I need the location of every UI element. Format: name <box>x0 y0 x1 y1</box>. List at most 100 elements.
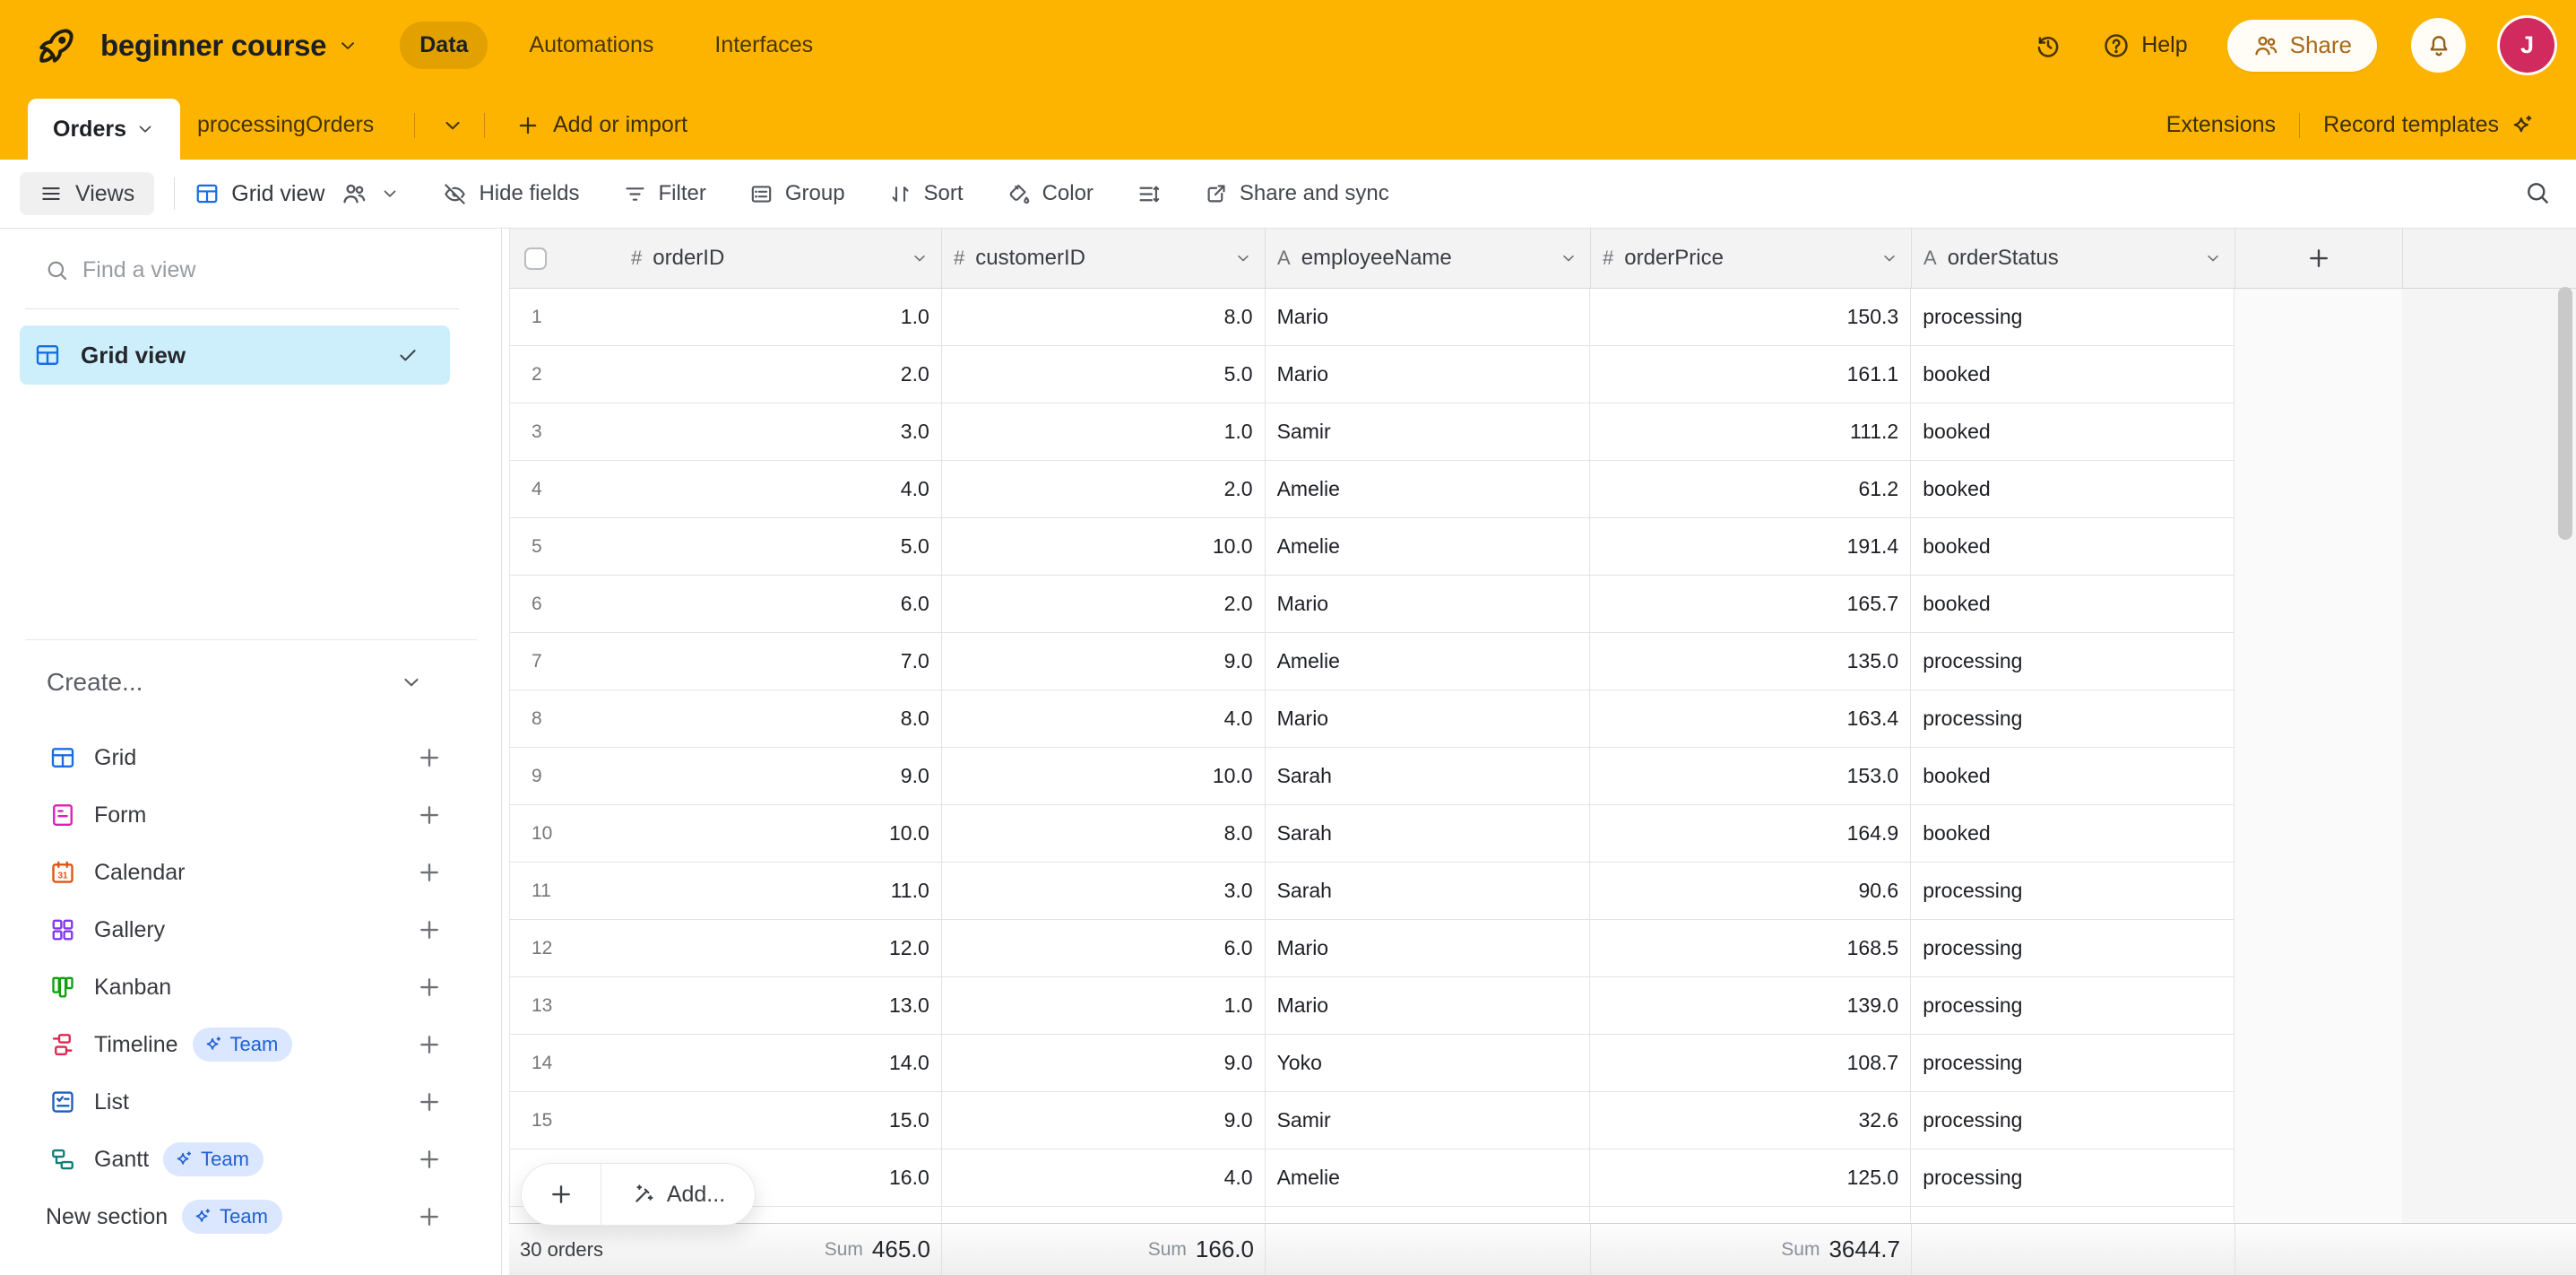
search-icon[interactable] <box>2524 179 2551 206</box>
table-row[interactable]: 22.05.0Mario161.1booked <box>510 346 2235 403</box>
row-number[interactable]: 6 <box>510 576 619 632</box>
cell-customerID[interactable]: 1.0 <box>942 403 1266 460</box>
cell-orderPrice[interactable]: 61.2 <box>1590 461 1911 517</box>
cell-orderStatus[interactable]: booked <box>1911 518 2235 575</box>
tab-automations[interactable]: Automations <box>509 22 673 69</box>
cell-orderPrice[interactable]: 108.7 <box>1590 1035 1911 1091</box>
cell-customerID[interactable]: 6.0 <box>942 920 1266 976</box>
add-view-plus-icon[interactable] <box>416 974 443 1001</box>
row-number[interactable]: 1 <box>510 289 619 345</box>
current-view-button[interactable]: Grid view <box>194 180 400 207</box>
table-tab-orders[interactable]: Orders <box>28 99 180 160</box>
row-number[interactable]: 11 <box>510 863 619 919</box>
cell-orderStatus[interactable]: processing <box>1911 1149 2235 1206</box>
row-number[interactable]: 12 <box>510 920 619 976</box>
row-number[interactable]: 7 <box>510 633 619 690</box>
add-view-plus-icon[interactable] <box>416 1089 443 1115</box>
row-number[interactable]: 13 <box>510 977 619 1034</box>
column-header-orderPrice[interactable]: #orderPrice <box>1591 229 1912 288</box>
column-header-orderStatus[interactable]: AorderStatus <box>1912 229 2235 288</box>
cell-customerID[interactable]: 9.0 <box>942 1035 1266 1091</box>
cell-orderStatus[interactable]: booked <box>1911 403 2235 460</box>
cell-orderPrice[interactable]: 168.5 <box>1590 920 1911 976</box>
cell-orderPrice[interactable]: 90.6 <box>1590 863 1911 919</box>
table-row[interactable]: 1414.09.0Yoko108.7processing <box>510 1035 2235 1092</box>
add-view-plus-icon[interactable] <box>416 916 443 943</box>
avatar[interactable]: J <box>2500 18 2554 73</box>
row-number[interactable]: 5 <box>510 518 619 575</box>
cell-orderStatus[interactable]: processing <box>1911 1092 2235 1149</box>
row-number[interactable]: 14 <box>510 1035 619 1091</box>
cell-employeeName[interactable]: Amelie <box>1266 518 1591 575</box>
cell-orderStatus[interactable]: processing <box>1911 920 2235 976</box>
cell-orderStatus[interactable]: booked <box>1911 805 2235 862</box>
table-row[interactable]: 1111.03.0Sarah90.6processing <box>510 863 2235 920</box>
cell-orderID[interactable]: 3.0 <box>619 403 942 460</box>
cell-orderID[interactable]: 8.0 <box>619 690 942 747</box>
cell-orderID[interactable]: 10.0 <box>619 805 942 862</box>
cell-orderStatus[interactable]: processing <box>1911 690 2235 747</box>
cell-orderID[interactable]: 13.0 <box>619 977 942 1034</box>
cell-customerID[interactable]: 2.0 <box>942 576 1266 632</box>
cell-customerID[interactable]: 8.0 <box>942 289 1266 345</box>
tab-data[interactable]: Data <box>400 22 488 69</box>
cell-orderStatus[interactable]: processing <box>1911 977 2235 1034</box>
table-row[interactable]: 66.02.0Mario165.7booked <box>510 576 2235 633</box>
cell-orderPrice[interactable]: 164.9 <box>1590 805 1911 862</box>
row-number[interactable]: 10 <box>510 805 619 862</box>
vertical-scrollbar[interactable] <box>2558 287 2572 540</box>
cell-orderID[interactable]: 4.0 <box>619 461 942 517</box>
cell-customerID[interactable]: 10.0 <box>942 518 1266 575</box>
table-row[interactable]: 1616.04.0Amelie125.0processing <box>510 1149 2235 1207</box>
cell-orderStatus[interactable]: processing <box>1911 633 2235 690</box>
cell-orderPrice[interactable]: 191.4 <box>1590 518 1911 575</box>
cell-orderID[interactable]: 5.0 <box>619 518 942 575</box>
cell-orderPrice[interactable]: 32.6 <box>1590 1092 1911 1149</box>
cell-orderID[interactable]: 2.0 <box>619 346 942 403</box>
sidebar-create-form[interactable]: Form <box>0 786 502 844</box>
views-button[interactable]: Views <box>20 172 154 215</box>
tab-interfaces[interactable]: Interfaces <box>695 22 833 69</box>
cell-orderStatus[interactable]: booked <box>1911 748 2235 804</box>
add-or-import-button[interactable]: Add or import <box>515 91 687 160</box>
cell-employeeName[interactable]: Yoko <box>1266 1035 1591 1091</box>
sidebar-view-grid-view[interactable]: Grid view <box>20 325 450 385</box>
cell-orderPrice[interactable]: 161.1 <box>1590 346 1911 403</box>
sidebar-create-timeline[interactable]: TimelineTeam <box>0 1016 502 1073</box>
add-field-button[interactable] <box>2235 229 2403 288</box>
column-header-employeeName[interactable]: AemployeeName <box>1266 229 1591 288</box>
sidebar-create-calendar[interactable]: 31Calendar <box>0 844 502 901</box>
sidebar-create-new-section[interactable]: New sectionTeam <box>0 1188 502 1245</box>
cell-orderID[interactable]: 1.0 <box>619 289 942 345</box>
cell-employeeName[interactable]: Samir <box>1266 1092 1591 1149</box>
cell-orderID[interactable]: 9.0 <box>619 748 942 804</box>
cell-orderPrice[interactable]: 125.0 <box>1590 1149 1911 1206</box>
cell-customerID[interactable]: 9.0 <box>942 633 1266 690</box>
add-view-plus-icon[interactable] <box>416 744 443 771</box>
cell-orderPrice[interactable]: 153.0 <box>1590 748 1911 804</box>
find-view-input[interactable] <box>82 257 423 283</box>
cell-customerID[interactable]: 10.0 <box>942 748 1266 804</box>
cell-customerID[interactable]: 5.0 <box>942 346 1266 403</box>
notifications-button[interactable] <box>2411 18 2466 73</box>
cell-employeeName[interactable]: Sarah <box>1266 805 1591 862</box>
row-number[interactable]: 4 <box>510 461 619 517</box>
column-header-customerID[interactable]: #customerID <box>942 229 1266 288</box>
add-with-ai-button[interactable]: Add... <box>601 1164 755 1225</box>
cell-orderPrice[interactable]: 165.7 <box>1590 576 1911 632</box>
cell-orderID[interactable]: 11.0 <box>619 863 942 919</box>
cell-employeeName[interactable]: Mario <box>1266 576 1591 632</box>
sort-button[interactable]: Sort <box>888 181 964 206</box>
table-tab-processingorders[interactable]: processingOrders <box>197 91 374 160</box>
cell-employeeName[interactable]: Mario <box>1266 289 1591 345</box>
record-templates-button[interactable]: Record templates <box>2323 112 2499 138</box>
row-number[interactable]: 15 <box>510 1092 619 1149</box>
cell-customerID[interactable]: 8.0 <box>942 805 1266 862</box>
cell-customerID[interactable]: 4.0 <box>942 1149 1266 1206</box>
find-view-search[interactable] <box>45 257 457 283</box>
table-row[interactable]: 11.08.0Mario150.3processing <box>510 289 2235 346</box>
share-button[interactable]: Share <box>2227 20 2377 72</box>
row-height-button[interactable] <box>1137 182 1161 206</box>
add-record-button[interactable] <box>522 1164 601 1225</box>
cell-employeeName[interactable]: Sarah <box>1266 863 1591 919</box>
